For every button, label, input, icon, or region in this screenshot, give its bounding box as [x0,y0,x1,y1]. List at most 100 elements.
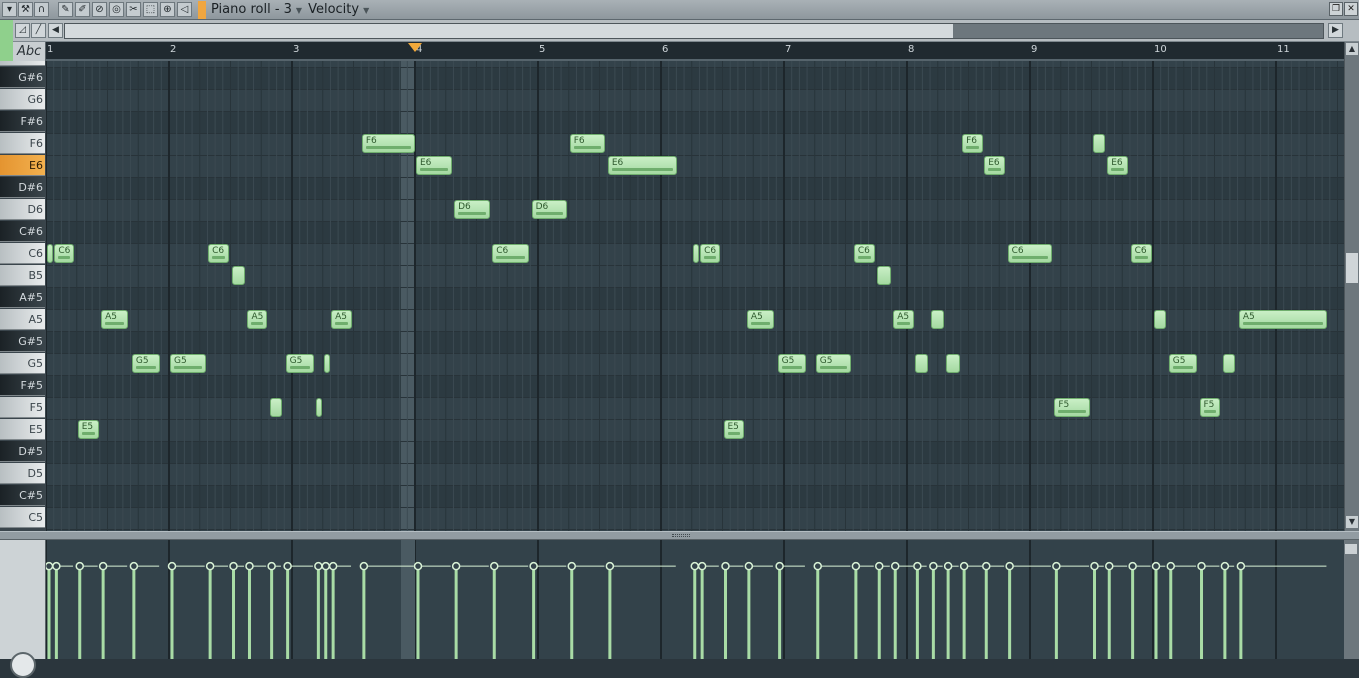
scroll-down-icon[interactable]: ▼ [1346,516,1358,528]
note-c6[interactable]: C6 [1007,244,1052,263]
note-b5[interactable] [877,266,891,285]
piano-key[interactable]: C5 [0,507,45,528]
note-g5[interactable]: G5 [285,354,314,373]
piano-key[interactable]: G#6 [0,67,45,88]
delete-icon[interactable]: ⊘ [92,2,107,17]
note-g5[interactable] [915,354,928,373]
note-e6[interactable]: E6 [984,156,1006,175]
pencil-small-icon[interactable]: ╱ [31,23,46,38]
vertical-scroll-thumb[interactable] [1346,253,1358,283]
playhead-marker-icon[interactable] [408,43,422,52]
note-e6[interactable]: E6 [1107,156,1129,175]
note-a5[interactable] [931,310,944,329]
paint-icon[interactable]: ✐ [75,2,90,17]
note-c6[interactable] [692,244,699,263]
piano-key[interactable]: D#6 [0,177,45,198]
piano-key[interactable]: A6 [0,61,45,66]
piano-key[interactable]: C#5 [0,485,45,506]
note-g5[interactable]: G5 [131,354,161,373]
piano-key[interactable]: E5 [0,419,45,440]
note-f6[interactable] [1092,134,1105,153]
splitter-grip-icon[interactable] [672,534,690,537]
scroll-up-icon[interactable]: ▲ [1346,43,1358,55]
piano-keyboard[interactable]: A6G#6G6F#6F6E6D#6D6C#6C6B5A#5A5G#5G5F#5F… [0,61,46,531]
note-c6[interactable]: C6 [853,244,875,263]
zoom-icon[interactable]: ⊕ [160,2,175,17]
scroll-left-icon[interactable]: ◀ [48,23,63,38]
note-a5[interactable]: A5 [247,310,268,329]
note-f5[interactable]: F5 [1199,398,1221,417]
piano-key[interactable]: A5 [0,309,45,330]
target-control[interactable]: Velocity [308,2,359,17]
note-g5[interactable]: G5 [1168,354,1198,373]
note-a5[interactable]: A5 [746,310,774,329]
piano-key[interactable]: D6 [0,199,45,220]
piano-key[interactable]: F5 [0,397,45,418]
zoom-shape-icon[interactable]: ◿ [15,23,30,38]
piano-key[interactable]: F#5 [0,375,45,396]
vertical-scrollbar[interactable]: ▲ ▼ [1344,42,1359,531]
velocity-zoom-icon[interactable] [1345,544,1357,554]
note-f6[interactable]: F6 [361,134,415,153]
horizontal-scroll-thumb[interactable] [65,24,953,38]
note-f5[interactable] [316,398,323,417]
note-a5[interactable]: A5 [893,310,915,329]
note-a5[interactable]: A5 [1238,310,1328,329]
scroll-right-icon[interactable]: ▶ [1328,23,1343,38]
piano-key[interactable]: D#5 [0,441,45,462]
menu-arrow-icon[interactable]: ▾ [2,2,17,17]
mute-icon[interactable]: ◎ [109,2,124,17]
piano-key[interactable]: D5 [0,463,45,484]
note-grid[interactable]: C6 E5 A5 G5 G5 C6 A5 G5 A5 F6 E6 D6 C6 D6 F6 E6 C6 E5 A5 G5… [46,61,1344,531]
note-a5[interactable]: A5 [101,310,129,329]
pattern-title[interactable]: Piano roll - 3 [211,2,292,17]
note-g5[interactable]: G5 [777,354,806,373]
note-e6[interactable]: E6 [416,156,452,175]
note-a5[interactable]: A5 [331,310,353,329]
piano-key[interactable]: A#5 [0,287,45,308]
piano-key[interactable]: G6 [0,89,45,110]
note-e5[interactable]: E5 [77,420,99,439]
note-f6[interactable]: F6 [569,134,606,153]
wrench-icon[interactable]: ⚒ [18,2,33,17]
playback-icon[interactable]: ◁ [177,2,192,17]
select-icon[interactable]: ⬚ [143,2,158,17]
piano-key[interactable]: C#6 [0,221,45,242]
note-c6[interactable]: C6 [700,244,720,263]
horizontal-scrollbar[interactable] [64,23,1324,39]
note-e5[interactable]: E5 [723,420,745,439]
velocity-editor[interactable] [46,540,1344,659]
event-editor-splitter[interactable] [0,531,1359,540]
note-g5[interactable] [1222,354,1236,373]
note-c6[interactable]: C6 [54,244,75,263]
note-c6[interactable]: C6 [1130,244,1152,263]
draw-icon[interactable]: ✎ [58,2,73,17]
window-title[interactable]: Piano roll - 3 ▼ Velocity ▼ [211,1,375,19]
slice-icon[interactable]: ✂ [126,2,141,17]
piano-key[interactable]: B5 [0,265,45,286]
note-g5[interactable] [323,354,330,373]
piano-key[interactable]: E6 [0,155,45,176]
note-c6[interactable]: C6 [208,244,230,263]
piano-key[interactable]: G#5 [0,331,45,352]
close-icon[interactable]: ✕ [1344,2,1358,16]
piano-key[interactable]: F#6 [0,111,45,132]
note-g5[interactable] [946,354,960,373]
title-accent-arrow-icon[interactable] [198,1,206,19]
note-c6[interactable]: C6 [492,244,530,263]
title-dropdown-icon[interactable]: ▼ [296,6,302,15]
piano-key[interactable]: C6 [0,243,45,264]
detach-icon[interactable]: ❐ [1329,2,1343,16]
magnet-icon[interactable]: ∩ [34,2,49,17]
note-f5[interactable]: F5 [1054,398,1091,417]
piano-key[interactable]: G5 [0,353,45,374]
velocity-knob-icon[interactable] [10,652,36,678]
target-dropdown-icon[interactable]: ▼ [363,6,369,15]
note-g5[interactable]: G5 [170,354,206,373]
piano-key[interactable]: F6 [0,133,45,154]
note-c6[interactable] [47,244,53,263]
note-f5[interactable] [269,398,282,417]
keyboard-label-toggle[interactable]: Abc [0,42,46,61]
note-e6[interactable]: E6 [607,156,677,175]
note-b5[interactable] [231,266,246,285]
